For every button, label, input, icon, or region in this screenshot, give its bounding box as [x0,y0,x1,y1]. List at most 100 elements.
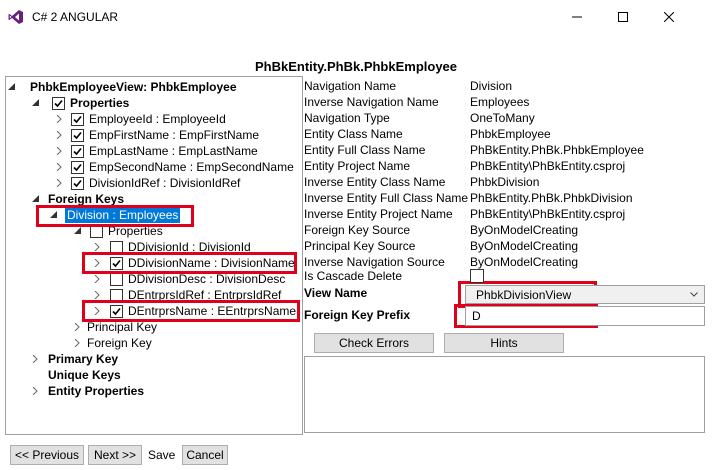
property-label: Inverse Entity Full Class Name [304,191,469,205]
expand-icon[interactable] [56,111,66,127]
view-name-label: View Name [304,286,368,300]
tree-item-label: DDivisionName : DivisionName [128,256,295,270]
collapse-icon[interactable] [74,223,84,239]
property-value: PhBkEntity.PhBk.PhbkEmployee [470,143,644,157]
expand-icon[interactable] [56,175,66,191]
cancel-button[interactable]: Cancel [182,445,228,465]
tree-node-label: Foreign Keys [48,192,125,206]
property-value: Employees [470,95,530,109]
property-label: Inverse Navigation Name [304,95,439,109]
property-row: Inverse Entity Class Name PhbkDivision [304,174,539,190]
property-checkbox[interactable] [71,177,84,190]
expand-icon[interactable] [32,383,42,399]
tree-item-label: DDivisionId : DivisionId [128,240,251,254]
previous-button[interactable]: << Previous [10,445,84,465]
properties-checkbox[interactable] [52,97,65,110]
collapse-icon[interactable] [8,79,18,95]
division-properties-checkbox[interactable] [90,225,103,238]
property-checkbox[interactable] [71,129,84,142]
property-row: Entity Full Class Name PhBkEntity.PhBk.Ph… [304,142,644,158]
property-row: Inverse Navigation Name Employees [304,94,529,110]
view-name-select[interactable]: PhbkDivisionView [465,285,705,304]
expand-icon[interactable] [32,351,42,367]
property-row: Principal Key Source ByOnModelCreating [304,238,578,254]
property-checkbox[interactable] [110,289,123,302]
property-checkbox[interactable] [71,113,84,126]
cascade-delete-checkbox[interactable] [470,269,484,283]
property-checkbox[interactable] [110,257,123,270]
expand-icon[interactable] [94,239,104,255]
property-value: PhbkEmployee [470,127,551,141]
expand-icon[interactable] [74,335,84,351]
property-label: Inverse Entity Project Name [304,207,453,221]
property-label: Entity Full Class Name [304,143,426,157]
tree-item-label: DDivisionDesc : DivisionDesc [128,272,286,286]
close-button[interactable] [646,4,692,30]
tree-node-label: Principal Key [87,320,158,334]
property-label: Navigation Name [304,79,397,93]
property-row: Entity Class Name PhbkEmployee [304,126,551,142]
cascade-label: Is Cascade Delete [304,269,403,283]
expand-icon[interactable] [94,271,104,287]
property-row: Inverse Entity Full Class Name PhBkEntity… [304,190,633,206]
property-row: Navigation Name Division [304,78,512,94]
save-button[interactable]: Save [148,448,175,462]
property-label: Entity Class Name [304,127,403,141]
property-row: Foreign Key Source ByOnModelCreating [304,222,578,238]
property-value: PhBkEntity\PhBkEntity.csproj [470,159,626,173]
maximize-button[interactable] [600,4,646,30]
property-checkbox[interactable] [71,161,84,174]
maximize-icon [618,12,628,22]
property-value: PhbkDivision [470,175,540,189]
property-label: Inverse Entity Class Name [304,175,446,189]
property-value: ByOnModelCreating [470,239,579,253]
expand-icon[interactable] [94,303,104,319]
tree-root-label: PhbkEmployeeView: PhbkEmployee [30,80,237,94]
property-row: Entity Project Name PhBkEntity\PhBkEntity… [304,158,625,174]
fk-prefix-input[interactable] [465,306,705,326]
collapse-icon[interactable] [32,95,42,111]
tree-node-label: Unique Keys [48,368,121,382]
tree-item-label: EmpLastName : EmpLastName [89,144,258,158]
property-checkbox[interactable] [110,241,123,254]
title-bar: C# 2 ANGULAR [0,0,712,34]
property-value: Division [470,79,513,93]
expand-icon[interactable] [56,143,66,159]
minimize-icon [572,16,582,18]
tree-node-label: Primary Key [48,352,119,366]
property-checkbox[interactable] [110,305,123,318]
entity-tree[interactable]: PhbkEmployeeView: PhbkEmployee Propertie… [5,76,303,435]
property-label: Foreign Key Source [304,223,411,237]
expand-icon[interactable] [94,287,104,303]
close-icon [664,12,674,22]
window-title: C# 2 ANGULAR [32,10,119,24]
property-value: ByOnModelCreating [470,255,579,269]
property-label: Inverse Navigation Source [304,255,445,269]
next-button[interactable]: Next >> [88,445,142,465]
minimize-button[interactable] [554,4,600,30]
property-label: Entity Project Name [304,159,411,173]
collapse-icon[interactable] [50,207,60,223]
expand-icon[interactable] [74,319,84,335]
tree-node-label: Division : Employees [65,207,181,223]
errors-output[interactable] [304,356,705,433]
property-checkbox[interactable] [110,273,123,286]
property-label: Navigation Type [304,111,390,125]
fk-prefix-label: Foreign Key Prefix [304,308,411,322]
tree-item-label: DivisionIdRef : DivisionIdRef [89,176,241,190]
property-value: ByOnModelCreating [470,223,579,237]
tree-item-label: DEntrprsName : EEntrprsName [128,304,297,318]
property-row: Navigation Type OneToMany [304,110,535,126]
tree-node-label: Entity Properties [48,384,145,398]
expand-icon[interactable] [94,255,104,271]
property-checkbox[interactable] [71,145,84,158]
check-errors-button[interactable]: Check Errors [314,333,434,353]
hints-button[interactable]: Hints [444,333,564,353]
chevron-down-icon [690,292,698,297]
view-name-value: PhbkDivisionView [476,288,572,302]
collapse-icon[interactable] [32,191,42,207]
property-value: OneToMany [470,111,535,125]
expand-icon[interactable] [56,159,66,175]
tree-item-label: EmpFirstName : EmpFirstName [89,128,260,142]
expand-icon[interactable] [56,127,66,143]
